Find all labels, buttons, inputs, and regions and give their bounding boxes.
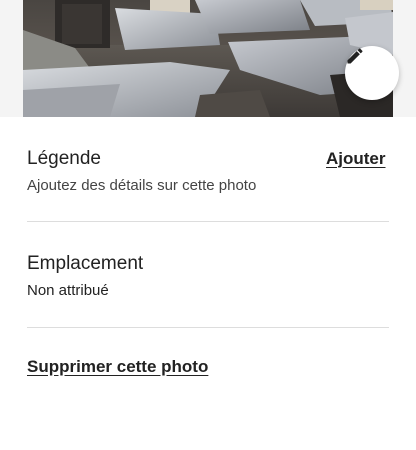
- location-label: Emplacement: [27, 253, 144, 274]
- edit-photo-button[interactable]: [345, 46, 399, 100]
- location-value: Non attribué: [27, 282, 109, 299]
- photo-details-screen: Légende Ajoutez des détails sur cette ph…: [0, 0, 416, 450]
- caption-hint: Ajoutez des détails sur cette photo: [27, 177, 257, 194]
- divider: [27, 221, 389, 222]
- add-caption-link[interactable]: Ajouter: [326, 148, 386, 170]
- divider: [27, 327, 389, 328]
- delete-photo-link[interactable]: Supprimer cette photo: [27, 356, 208, 378]
- room-photo[interactable]: [0, 0, 416, 117]
- location-section[interactable]: Emplacement Non attribué: [27, 252, 389, 301]
- pencil-icon: [347, 48, 363, 64]
